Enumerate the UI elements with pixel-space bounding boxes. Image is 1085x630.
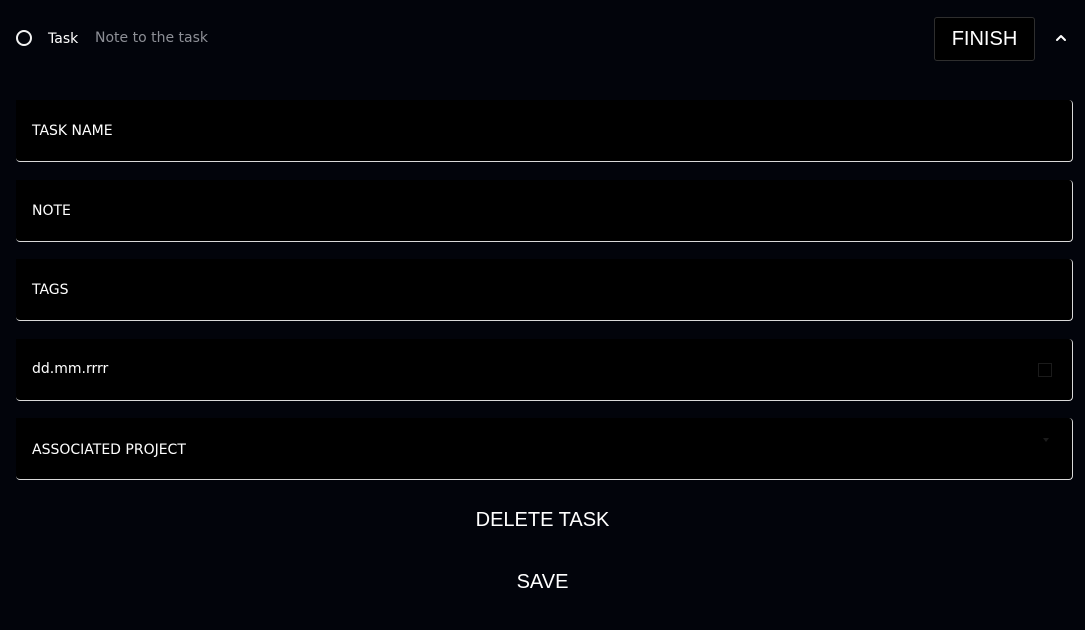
task-editor: Task Note to the task FINISH TASK NAME N… xyxy=(0,0,1085,630)
note-field[interactable]: NOTE xyxy=(16,180,1073,242)
task-name-field[interactable]: TASK NAME xyxy=(16,100,1073,162)
chevron-up-icon[interactable] xyxy=(1053,30,1069,46)
complete-radio-icon[interactable] xyxy=(16,30,32,46)
tags-placeholder: TAGS xyxy=(32,282,69,298)
note-placeholder: NOTE xyxy=(32,203,71,219)
save-button[interactable]: SAVE xyxy=(0,570,1085,594)
finish-button[interactable]: FINISH xyxy=(934,17,1035,61)
project-placeholder: ASSOCIATED PROJECT xyxy=(32,442,186,458)
task-note-preview: Note to the task xyxy=(95,30,208,46)
dropdown-arrow-icon[interactable] xyxy=(1042,436,1050,444)
tags-field[interactable]: TAGS xyxy=(16,259,1073,321)
date-placeholder: dd.mm.rrrr xyxy=(32,361,109,377)
project-select[interactable]: ASSOCIATED PROJECT xyxy=(16,418,1073,480)
task-title: Task xyxy=(48,31,79,47)
calendar-icon[interactable] xyxy=(1038,363,1052,377)
task-header: Task Note to the task FINISH xyxy=(0,0,1085,78)
delete-task-button[interactable]: DELETE TASK xyxy=(0,508,1085,532)
date-field[interactable]: dd.mm.rrrr xyxy=(16,339,1073,401)
task-name-placeholder: TASK NAME xyxy=(32,123,113,139)
